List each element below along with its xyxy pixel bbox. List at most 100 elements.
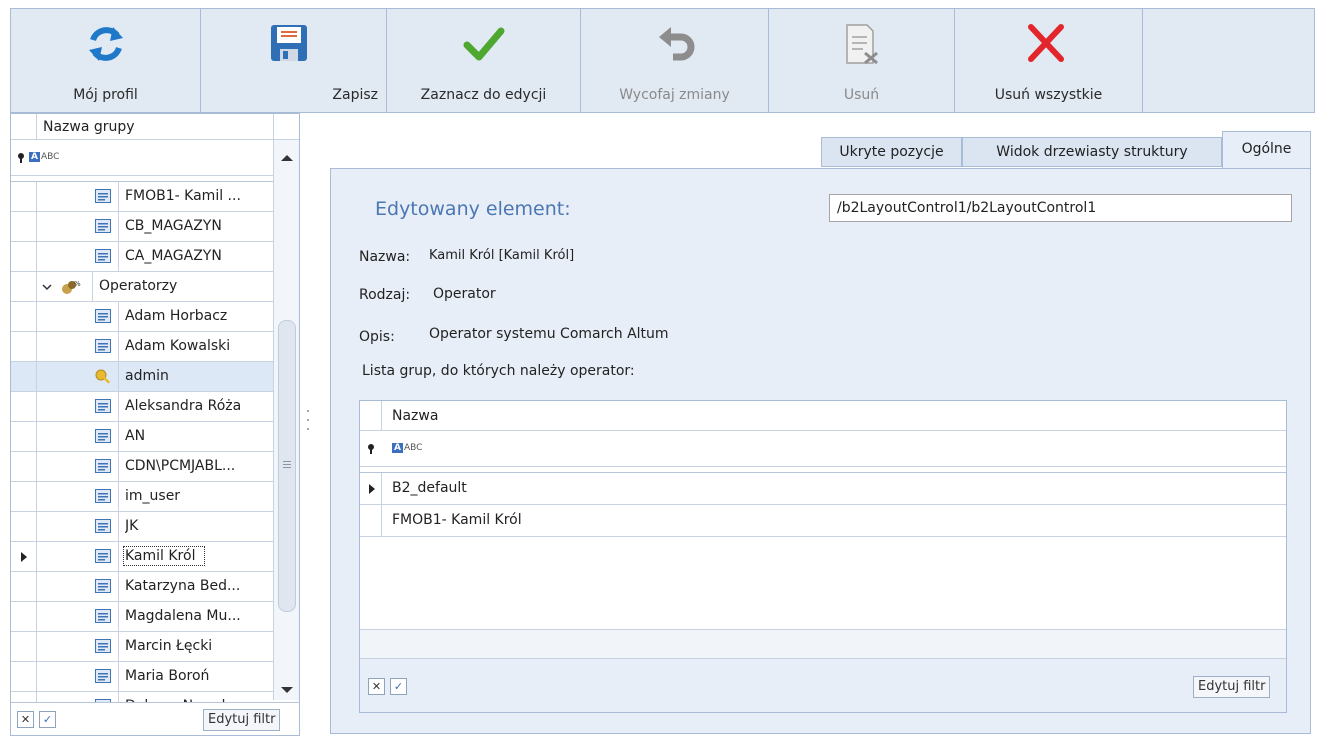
operator-groups-grid: Nazwa AABC B2_default FMOB1- Kamil Król — [359, 400, 1287, 713]
list-item[interactable]: CB_MAGAZYN — [11, 212, 273, 242]
scrollbar-thumb[interactable] — [278, 320, 296, 612]
group-name-cell: B2_default — [392, 480, 467, 496]
current-row-arrow-icon — [21, 552, 27, 562]
list-icon — [95, 609, 111, 625]
edit-filter-button[interactable]: Edytuj filtr — [203, 709, 281, 731]
element-path-field[interactable]: /b2LayoutControl1/b2LayoutControl1 — [829, 194, 1292, 222]
mark-for-edit-label: Zaznacz do edycji — [420, 87, 547, 103]
splitter[interactable] — [300, 113, 316, 736]
general-panel: Edytowany element: /b2LayoutControl1/b2L… — [330, 168, 1311, 734]
my-profile-button[interactable]: Mój profil — [11, 9, 201, 112]
details-area: Ukryte pozycje Widok drzewiasty struktur… — [316, 113, 1318, 736]
filter-enabled-checkbox[interactable]: ✓ — [39, 711, 56, 728]
list-item[interactable]: Dolores Nowak — [11, 692, 273, 702]
list-item[interactable]: Marcin Łęcki — [11, 632, 273, 662]
list-icon — [95, 339, 111, 355]
toolbar: Mój profil Zapisz Zaznacz do edycji Wyco… — [10, 8, 1315, 113]
edit-filter-button[interactable]: Edytuj filtr — [1193, 676, 1271, 698]
groups-list-label: Lista grup, do których należy operator: — [362, 363, 635, 379]
list-icon — [95, 519, 111, 535]
list-item[interactable]: CDN\PCMJABL... — [11, 452, 273, 482]
list-item[interactable]: AN — [11, 422, 273, 452]
list-item-label: FMOB1- Kamil ... — [125, 188, 241, 204]
list-item-label: admin — [125, 368, 169, 384]
clear-filter-icon[interactable]: ✕ — [17, 711, 34, 728]
tab-hidden-items[interactable]: Ukryte pozycje — [821, 137, 962, 167]
list-item-label: Katarzyna Bed... — [125, 578, 241, 594]
scroll-down-icon[interactable] — [281, 686, 293, 694]
list-icon — [95, 429, 111, 445]
list-item-label: Kamil Król — [122, 546, 206, 566]
groups-filter-row[interactable]: A ABC — [11, 140, 299, 176]
save-button[interactable]: Zapisz — [201, 9, 387, 112]
svg-text:%: % — [74, 280, 81, 288]
list-icon — [95, 669, 111, 685]
tab-general[interactable]: Ogólne — [1222, 131, 1311, 168]
filter-enabled-checkbox[interactable]: ✓ — [390, 678, 407, 695]
list-item-label: AN — [125, 428, 146, 444]
list-icon — [95, 489, 111, 505]
list-icon — [95, 189, 111, 205]
list-item[interactable]: CA_MAGAZYN — [11, 242, 273, 272]
clear-filter-icon[interactable]: ✕ — [368, 678, 385, 695]
tab-strip: Ukryte pozycje Widok drzewiasty struktur… — [821, 131, 1311, 169]
list-item-label: JK — [125, 518, 139, 534]
list-item[interactable]: Aleksandra Róża — [11, 392, 273, 422]
list-icon — [95, 219, 111, 235]
list-item-label: Magdalena Mu... — [125, 608, 241, 624]
list-item-label: Aleksandra Róża — [125, 398, 242, 414]
pin-icon — [18, 153, 24, 163]
column-header-name[interactable]: Nazwa — [392, 408, 438, 424]
delete-all-button[interactable]: Usuń wszystkie — [955, 9, 1143, 112]
undo-changes-button[interactable]: Wycofaj zmiany — [581, 9, 769, 112]
delete-document-icon — [769, 21, 954, 69]
list-item-label: CA_MAGAZYN — [125, 248, 222, 264]
tree-group-row[interactable]: % Operatorzy — [11, 272, 273, 302]
delete-all-label: Usuń wszystkie — [994, 87, 1103, 103]
list-item[interactable]: Adam Horbacz — [11, 302, 273, 332]
list-item[interactable]: Kamil Król — [11, 542, 273, 572]
list-icon — [95, 309, 111, 325]
groups-grid: Nazwa grupy A ABC FMOB1- Kamil ... CB_MAGA… — [10, 113, 300, 736]
vertical-scrollbar[interactable] — [273, 140, 299, 700]
list-item[interactable]: Magdalena Mu... — [11, 602, 273, 632]
list-item[interactable]: Maria Boroń — [11, 662, 273, 692]
list-item-label: Adam Horbacz — [125, 308, 228, 324]
table-row[interactable]: FMOB1- Kamil Król — [360, 505, 1286, 537]
list-icon — [95, 579, 111, 595]
tab-tree-view[interactable]: Widok drzewiasty struktury — [962, 137, 1222, 167]
list-item[interactable]: Adam Kowalski — [11, 332, 273, 362]
delete-button[interactable]: Usuń — [769, 9, 955, 112]
description-value: Operator systemu Comarch Altum — [429, 326, 669, 342]
list-item[interactable]: FMOB1- Kamil ... — [11, 182, 273, 212]
table-row[interactable]: B2_default — [360, 473, 1286, 505]
key-icon — [95, 369, 111, 385]
scroll-up-icon[interactable] — [281, 154, 293, 162]
refresh-icon — [11, 21, 200, 69]
list-item[interactable]: Katarzyna Bed... — [11, 572, 273, 602]
list-item[interactable]: admin — [11, 362, 273, 392]
groups-grid-footer: ✕ ✓ Edytuj filtr — [11, 702, 299, 735]
list-item-label: CDN\PCMJABL... — [125, 458, 236, 474]
current-row-arrow-icon — [369, 484, 375, 494]
column-header-group-name[interactable]: Nazwa grupy — [43, 119, 135, 135]
undo-changes-label: Wycofaj zmiany — [619, 87, 730, 103]
type-label: Rodzaj: — [359, 287, 411, 303]
operator-groups-filter-row[interactable]: A ABC — [360, 431, 1286, 467]
undo-icon — [581, 21, 768, 69]
list-icon — [95, 249, 111, 265]
edited-element-title: Edytowany element: — [375, 198, 571, 220]
name-label: Nazwa: — [359, 249, 411, 265]
checkmark-icon — [387, 21, 580, 69]
list-item-label: Marcin Łęcki — [125, 638, 213, 654]
list-icon — [95, 399, 111, 415]
app-window: Mój profil Zapisz Zaznacz do edycji Wyco… — [0, 0, 1318, 736]
list-item[interactable]: JK — [11, 512, 273, 542]
type-value: Operator — [433, 286, 496, 302]
name-value: Kamil Król [Kamil Król] — [429, 248, 575, 263]
list-item[interactable]: im_user — [11, 482, 273, 512]
groups-rows: FMOB1- Kamil ... CB_MAGAZYN CA_MAGAZYN % Ope… — [11, 182, 273, 702]
mark-for-edit-button[interactable]: Zaznacz do edycji — [387, 9, 581, 112]
list-icon — [95, 549, 111, 565]
group-name-cell: FMOB1- Kamil Król — [392, 512, 522, 528]
